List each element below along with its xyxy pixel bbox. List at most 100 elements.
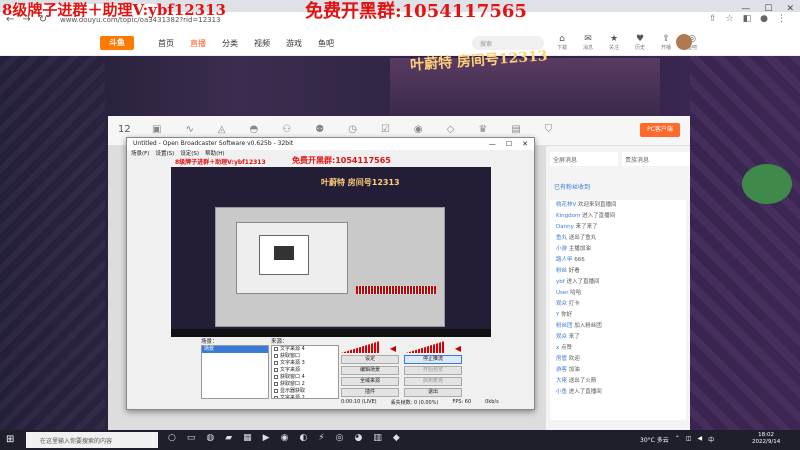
gift-icon[interactable]: ▣ <box>152 124 161 135</box>
menu-item-category[interactable]: 分类 <box>222 38 254 49</box>
chat-username[interactable]: User <box>556 290 569 296</box>
person-icon[interactable]: ⚇ <box>282 124 291 135</box>
obs-menu-settings[interactable]: 设置(S) <box>155 150 174 159</box>
checklist-icon[interactable]: ☑ <box>381 124 390 135</box>
chat-username[interactable]: ybf <box>556 279 565 285</box>
ime-indicator[interactable]: 中 <box>708 435 714 444</box>
chat-username[interactable]: 观众 <box>556 301 567 307</box>
network-icon[interactable]: ◫ <box>686 435 692 444</box>
taskview-icon[interactable]: ▭ <box>187 433 196 443</box>
menu-item-home[interactable]: 首页 <box>158 38 190 49</box>
sources-list[interactable]: 文字来源 4 获取窗口 文字来源 3 文字来源 获取窗口 4 获取窗口 2 显示器获取 文字来… <box>271 345 339 399</box>
menu-item-live[interactable]: 直播 <box>190 38 222 49</box>
profile-icon[interactable]: ● <box>760 14 768 24</box>
menu-icon[interactable]: ⋮ <box>777 14 786 24</box>
taskbar-clock[interactable]: 18:02 2022/9/14 <box>752 432 780 446</box>
wave-icon[interactable]: ∿ <box>185 124 193 135</box>
windows-start-icon[interactable]: ⊞ <box>6 434 14 445</box>
task-view-icon[interactable]: ○ <box>168 433 176 443</box>
edge-icon[interactable]: ◍ <box>206 433 214 443</box>
chat-username[interactable]: 小游 <box>556 246 567 252</box>
chat-username[interactable]: x <box>556 345 559 351</box>
chat-username[interactable]: 桃花林V <box>556 202 576 208</box>
chat-username[interactable]: 房管 <box>556 356 567 362</box>
source-item[interactable]: 文字来源 4 <box>272 346 338 353</box>
obs-maximize-icon[interactable]: ☐ <box>506 138 512 150</box>
obs-button[interactable]: 编辑场景 <box>341 366 399 375</box>
app-icon[interactable]: ▥ <box>373 433 382 443</box>
source-item[interactable]: 获取窗口 4 <box>272 374 338 381</box>
taskbar-search-input[interactable]: 在这里输入你要搜索的内容 <box>26 432 158 448</box>
share-icon[interactable]: ⇧ <box>709 14 717 24</box>
source-visibility-checkbox[interactable] <box>274 360 278 365</box>
obs-button[interactable]: 开始预览 <box>404 366 462 375</box>
extensions-icon[interactable]: ◧ <box>743 14 752 24</box>
shield-icon[interactable]: ⛉ <box>545 124 553 135</box>
obs-preview[interactable]: 叶蔚特 房间号12313 <box>171 167 491 337</box>
tray-chevron-icon[interactable]: ⌃ <box>675 435 680 444</box>
scene-item[interactable]: 场景 <box>202 346 268 353</box>
chat-username[interactable]: Danny <box>556 224 574 230</box>
source-visibility-checkbox[interactable] <box>274 367 278 372</box>
mic-speaker-icon[interactable]: ◀ <box>455 344 461 353</box>
desktop-speaker-icon[interactable]: ◀ <box>390 344 396 353</box>
chat-username[interactable]: 观众 <box>556 334 567 340</box>
chat-username[interactable]: 大佬 <box>556 378 567 384</box>
chrome-icon[interactable]: ◕ <box>355 433 363 443</box>
store-icon[interactable]: ▦ <box>243 433 252 443</box>
chat-icon[interactable]: ▤ <box>511 124 520 135</box>
chat-username[interactable]: 小鱼 <box>556 389 567 395</box>
chat-username[interactable]: 路人甲 <box>556 257 573 263</box>
menu-item-video[interactable]: 视频 <box>254 38 286 49</box>
avatar[interactable] <box>676 34 692 50</box>
obs-button[interactable]: 退出 <box>404 388 462 397</box>
obs-close-icon[interactable]: ✕ <box>522 138 528 150</box>
source-item[interactable]: 文字来源 3 <box>272 360 338 367</box>
chat-username[interactable]: Y <box>556 312 559 318</box>
obs-button[interactable]: 设定 <box>341 355 399 364</box>
obs-button[interactable]: 停止推流 <box>404 355 462 364</box>
chat-username[interactable]: 游客 <box>556 367 567 373</box>
source-item[interactable]: 获取窗口 2 <box>272 381 338 388</box>
bookmark-icon[interactable]: ☆ <box>726 14 734 24</box>
pc-client-button[interactable]: PC客户端 <box>640 123 680 137</box>
media-icon[interactable]: ▶ <box>263 433 270 443</box>
source-item[interactable]: 显示器获取 <box>272 388 338 395</box>
explorer-icon[interactable]: ▰ <box>225 433 232 443</box>
source-visibility-checkbox[interactable] <box>274 395 278 398</box>
cup-icon[interactable]: ◓ <box>250 124 259 135</box>
menu-item-forum[interactable]: 鱼吧 <box>318 38 350 49</box>
tab-all-messages[interactable]: 全屏消息 <box>550 152 618 166</box>
source-item[interactable]: 获取窗口 <box>272 353 338 360</box>
tab-noble-messages[interactable]: 贵族消息 <box>622 152 690 166</box>
obs-button[interactable]: 插件 <box>341 388 399 397</box>
follow-icon[interactable]: ★ 关注 <box>607 34 621 51</box>
obs-menu-scene[interactable]: 场景(F) <box>131 150 149 159</box>
desktop-volume-slider[interactable] <box>341 341 380 353</box>
scenes-list[interactable]: 场景 <box>201 345 269 399</box>
source-item[interactable]: 文字来源 <box>272 367 338 374</box>
obs-minimize-icon[interactable]: — <box>489 138 496 150</box>
broadcast-icon[interactable]: ⇪ 开播 <box>659 34 673 51</box>
obs-button[interactable]: 全域来源 <box>341 377 399 386</box>
flame-icon[interactable]: ◬ <box>218 124 226 135</box>
message-icon[interactable]: ✉ 消息 <box>581 34 595 51</box>
source-visibility-checkbox[interactable] <box>274 374 278 379</box>
league-icon[interactable]: ◆ <box>393 433 400 443</box>
obs-icon[interactable]: ◎ <box>336 433 344 443</box>
netease-icon[interactable]: ◉ <box>281 433 289 443</box>
obs-button[interactable]: 启用麦克 <box>404 377 462 386</box>
chat-username[interactable]: 粉丝 <box>556 268 567 274</box>
source-visibility-checkbox[interactable] <box>274 353 278 358</box>
arrow-app-icon[interactable]: ⚡ <box>318 433 324 443</box>
douyu-icon[interactable]: ◐ <box>299 433 307 443</box>
group-icon[interactable]: ⚉ <box>315 124 324 135</box>
source-visibility-checkbox[interactable] <box>274 388 278 393</box>
mic-volume-slider[interactable] <box>406 341 445 353</box>
volume-icon[interactable]: ◀ <box>697 435 702 444</box>
alarm-icon[interactable]: ◷ <box>348 124 357 135</box>
download-icon[interactable]: ⌂ 下载 <box>555 34 569 51</box>
menu-item-game[interactable]: 游戏 <box>286 38 318 49</box>
history-icon[interactable]: ♥ 历史 <box>633 34 647 51</box>
source-visibility-checkbox[interactable] <box>274 346 278 351</box>
